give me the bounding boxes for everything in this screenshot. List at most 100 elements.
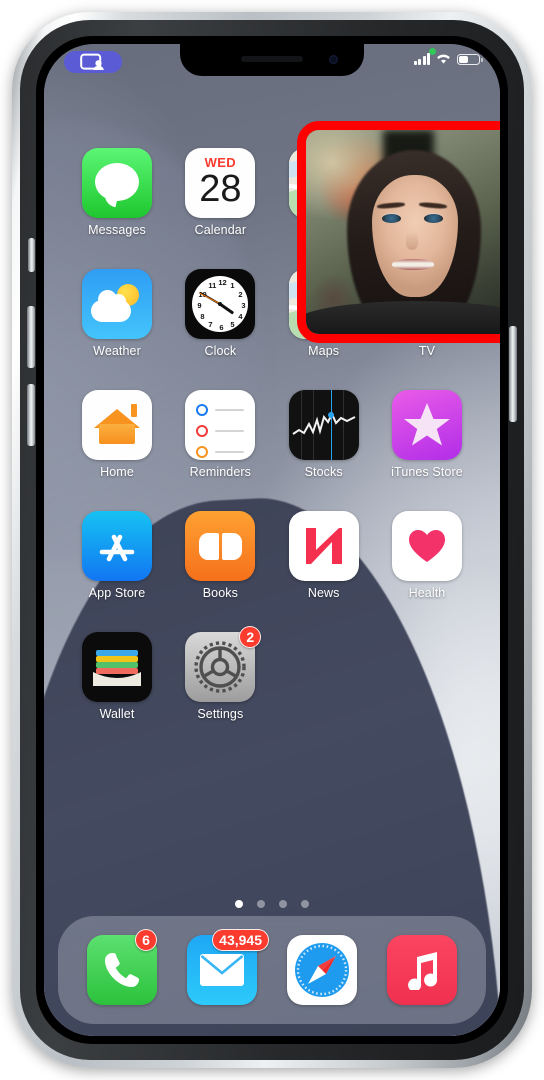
wifi-icon: [437, 54, 450, 64]
news-icon[interactable]: [288, 511, 359, 581]
music-icon[interactable]: [387, 935, 457, 1005]
iphone-device-frame: Messages WED 28 Calendar Weather 12 1 2 …: [12, 12, 532, 1068]
screen-share-icon[interactable]: [64, 51, 122, 73]
dock-app-phone[interactable]: 6: [85, 929, 159, 1005]
clock-icon[interactable]: 12 1 2 3 4 5 6 7 8 9 11: [185, 269, 256, 339]
calendar-icon[interactable]: WED 28: [185, 148, 256, 218]
iphone-inner-frame: Messages WED 28 Calendar Weather 12 1 2 …: [20, 20, 524, 1060]
app-label-app-store: App Store: [88, 586, 146, 600]
reminders-bar-1: [215, 409, 245, 411]
app-store-icon[interactable]: [82, 511, 152, 581]
app-wallet[interactable]: Wallet: [74, 632, 160, 721]
app-label-reminders: Reminders: [189, 465, 251, 479]
person-mouth: [391, 258, 435, 270]
messages-tail-glyph: [102, 191, 119, 208]
app-clock[interactable]: 12 1 2 3 4 5 6 7 8 9 11 Clock: [177, 269, 263, 358]
safari-icon[interactable]: [287, 935, 357, 1005]
books-icon[interactable]: [185, 511, 256, 581]
clock-num-8: 8: [200, 312, 205, 321]
clock-num-9: 9: [197, 301, 202, 310]
iphone-screen: Messages WED 28 Calendar Weather 12 1 2 …: [44, 44, 500, 1036]
app-settings[interactable]: 2 Settings: [177, 626, 263, 721]
facetime-video-tile[interactable]: [306, 130, 500, 334]
app-label-home: Home: [100, 465, 134, 479]
app-news[interactable]: News: [281, 511, 367, 600]
app-itunes-store[interactable]: iTunes Store: [384, 390, 470, 479]
page-dot-4[interactable]: [301, 900, 309, 908]
app-label-news: News: [307, 586, 340, 600]
app-books[interactable]: Books: [177, 511, 263, 600]
envelope-glyph: [200, 954, 244, 986]
star-glyph: [403, 403, 450, 446]
home-icon[interactable]: [82, 390, 152, 460]
app-slot-empty-2: [384, 632, 470, 721]
dock-app-music[interactable]: [385, 935, 459, 1005]
stocks-cursor-line: [330, 390, 333, 460]
page-dot-3[interactable]: [279, 900, 287, 908]
itunes-store-icon[interactable]: [391, 390, 462, 460]
stocks-icon[interactable]: [288, 390, 359, 460]
app-label-health: Health: [408, 586, 446, 600]
cellular-signal-icon: [413, 53, 430, 65]
app-stocks[interactable]: Stocks: [281, 390, 367, 479]
screen-share-glyph: [80, 53, 104, 70]
app-calendar[interactable]: WED 28 Calendar: [177, 148, 263, 237]
app-home[interactable]: Home: [74, 390, 160, 479]
stocks-gridline-1: [300, 390, 302, 460]
volume-up-button[interactable]: [27, 306, 35, 368]
facetime-pip-highlight[interactable]: [297, 121, 500, 343]
page-dot-2[interactable]: [257, 900, 265, 908]
clock-face-glyph: 12 1 2 3 4 5 6 7 8 9 11: [192, 276, 249, 332]
app-row-5: Wallet 2 Settings: [44, 626, 500, 721]
page-indicator-dots[interactable]: [44, 900, 500, 908]
wallet-icon[interactable]: [82, 632, 152, 702]
health-icon[interactable]: [391, 511, 462, 581]
reminders-bar-2: [215, 430, 245, 432]
weather-icon[interactable]: [82, 269, 152, 339]
app-label-calendar: Calendar: [194, 223, 247, 237]
status-indicators: [413, 48, 483, 65]
reminders-dot-blue: [196, 404, 209, 416]
app-label-wallet: Wallet: [99, 707, 135, 721]
app-health[interactable]: Health: [384, 511, 470, 600]
stocks-line-glyph: [292, 411, 356, 435]
stocks-gridline-3: [342, 390, 344, 460]
heart-glyph: [408, 530, 445, 562]
app-row-3: Home Reminders Stocks iTunes Store: [44, 390, 500, 479]
app-row-4: App Store Books News Health: [44, 511, 500, 600]
volume-down-button[interactable]: [27, 384, 35, 446]
app-label-tv: TV: [418, 344, 436, 358]
reminders-icon[interactable]: [185, 390, 256, 460]
app-slot-empty-1: [281, 632, 367, 721]
dock-app-mail[interactable]: 43,945: [185, 929, 269, 1005]
screenshot-stage: Messages WED 28 Calendar Weather 12 1 2 …: [0, 0, 544, 1080]
clock-num-12: 12: [218, 278, 227, 287]
app-store-glyph: [99, 534, 135, 562]
app-weather[interactable]: Weather: [74, 269, 160, 358]
app-reminders[interactable]: Reminders: [177, 390, 263, 479]
messages-icon[interactable]: [82, 148, 152, 218]
app-label-clock: Clock: [204, 344, 237, 358]
app-messages[interactable]: Messages: [74, 148, 160, 237]
battery-icon: [457, 53, 483, 65]
reminders-bar-3: [215, 451, 245, 453]
dock-app-safari[interactable]: [285, 935, 359, 1005]
power-side-button[interactable]: [509, 326, 517, 422]
page-dot-1[interactable]: [235, 900, 243, 908]
mail-badge: 43,945: [212, 929, 269, 951]
weather-cloud-glyph: [91, 290, 131, 322]
wallet-cards-glyph: [93, 650, 141, 686]
gear-glyph: [194, 641, 247, 693]
phone-badge: 6: [135, 929, 157, 951]
green-recording-dot: [429, 48, 436, 55]
mute-switch-button[interactable]: [28, 238, 35, 272]
settings-badge: 2: [239, 626, 262, 648]
status-bar: [44, 44, 500, 80]
reminders-line-3: [196, 446, 245, 458]
app-label-settings: Settings: [197, 707, 244, 721]
news-n-glyph: [305, 528, 342, 564]
app-label-books: Books: [202, 586, 238, 600]
person-eye-left: [381, 213, 402, 223]
app-app-store[interactable]: App Store: [74, 511, 160, 600]
music-note-glyph: [408, 952, 438, 990]
